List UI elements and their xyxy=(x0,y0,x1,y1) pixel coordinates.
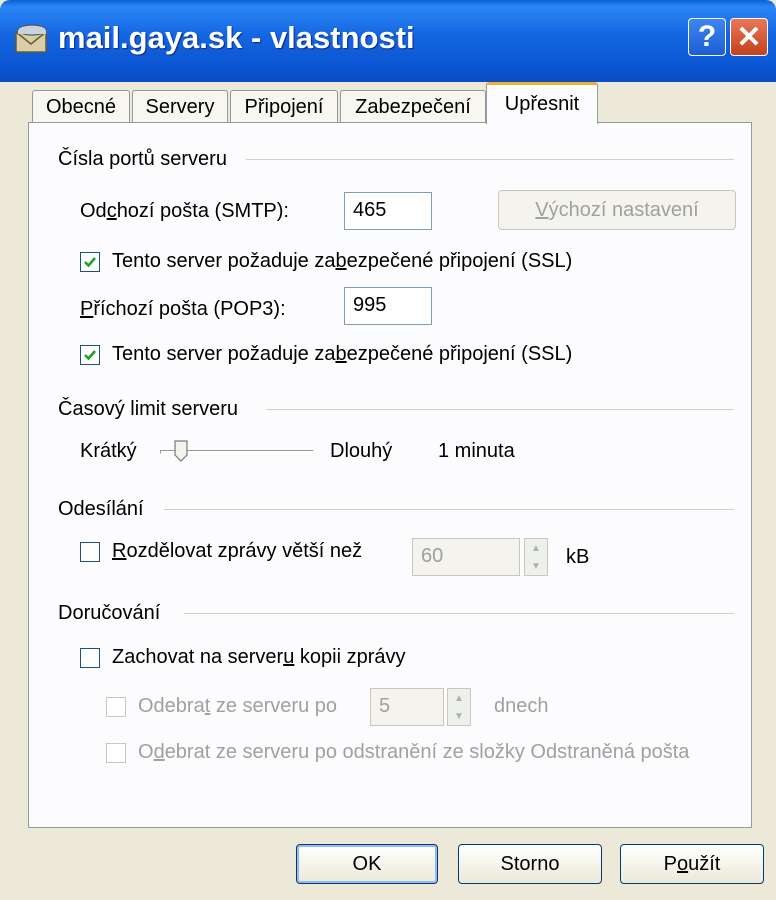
apply-button[interactable]: Použít xyxy=(620,844,764,884)
title-bar[interactable]: mail.gaya.sk - vlastnosti ? ✕ xyxy=(0,0,776,82)
timeout-long-label: Dlouhý xyxy=(330,440,393,462)
window-title: mail.gaya.sk - vlastnosti xyxy=(58,20,415,55)
pop3-label: Příchozí pošta (POP3): xyxy=(80,298,286,320)
remove-deleted-label: Odebrat ze serveru po odstranění ze slož… xyxy=(138,741,690,763)
spin-down-icon: ▼ xyxy=(454,710,464,722)
checkmark-icon xyxy=(84,350,96,361)
spin-down-icon[interactable]: ▼ xyxy=(525,557,547,575)
remove-after-label: Odebrat ze serveru po xyxy=(138,695,338,717)
keep-copy-label[interactable]: Zachovat na serveru kopii zprávy xyxy=(112,646,405,669)
sending-group-line xyxy=(164,509,734,510)
checkmark-icon xyxy=(84,257,96,268)
tab-advanced[interactable]: Upřesnit xyxy=(486,82,598,124)
ports-group-line xyxy=(246,159,734,160)
spin-up-icon[interactable]: ▲ xyxy=(525,539,547,557)
tab-general[interactable]: Obecné xyxy=(32,90,130,124)
tab-connection[interactable]: Připojení xyxy=(230,90,338,124)
mail-account-icon xyxy=(15,24,47,53)
properties-dialog: mail.gaya.sk - vlastnosti ? ✕ Obecné Ser… xyxy=(0,0,776,900)
tab-security[interactable]: Zabezpečení xyxy=(340,90,486,124)
split-messages-label[interactable]: Rozdělovat zprávy větší než xyxy=(112,540,362,563)
timeout-group-line xyxy=(266,409,734,410)
pop3-port-input[interactable]: 995 xyxy=(344,287,432,325)
tab-servers[interactable]: Servery xyxy=(132,90,228,124)
split-size-spinner[interactable]: ▲ ▼ xyxy=(524,538,548,576)
split-size-input[interactable]: 60 xyxy=(412,538,520,576)
ssl-smtp-label[interactable]: Tento server požaduje zabezpečené připoj… xyxy=(112,250,572,273)
remove-after-spinner: ▲ ▼ xyxy=(447,688,471,726)
days-label: dnech xyxy=(494,695,549,717)
spin-up-icon: ▲ xyxy=(454,692,464,704)
keep-copy-checkbox[interactable] xyxy=(80,648,100,668)
delivery-group-line xyxy=(184,613,734,614)
remove-after-checkbox xyxy=(106,697,126,717)
smtp-label: Odchozí pošta (SMTP): xyxy=(80,200,289,222)
close-button[interactable]: ✕ xyxy=(730,18,768,56)
timeout-short-label: Krátký xyxy=(80,440,137,462)
sending-group-label: Odesílání xyxy=(58,498,144,520)
ok-button[interactable]: OK xyxy=(296,844,438,884)
timeout-slider-thumb[interactable] xyxy=(174,440,188,462)
split-size-unit: kB xyxy=(566,546,590,568)
ssl-smtp-checkbox[interactable] xyxy=(80,252,100,272)
help-button[interactable]: ? xyxy=(688,18,726,56)
timeout-group-label: Časový limit serveru xyxy=(58,398,239,420)
ssl-pop3-label[interactable]: Tento server požaduje zabezpečené připoj… xyxy=(112,343,572,366)
split-messages-checkbox[interactable] xyxy=(80,542,100,562)
default-settings-button: Výchozí nastavení xyxy=(498,190,736,230)
smtp-port-input[interactable]: 465 xyxy=(344,192,432,230)
ssl-pop3-checkbox[interactable] xyxy=(80,345,100,365)
timeout-value: 1 minuta xyxy=(438,440,515,462)
delivery-group-label: Doručování xyxy=(58,602,161,624)
remove-deleted-checkbox xyxy=(106,743,126,763)
cancel-button[interactable]: Storno xyxy=(458,844,602,884)
ports-group-label: Čísla portů serveru xyxy=(58,148,227,170)
remove-after-days-input: 5 xyxy=(370,688,444,726)
